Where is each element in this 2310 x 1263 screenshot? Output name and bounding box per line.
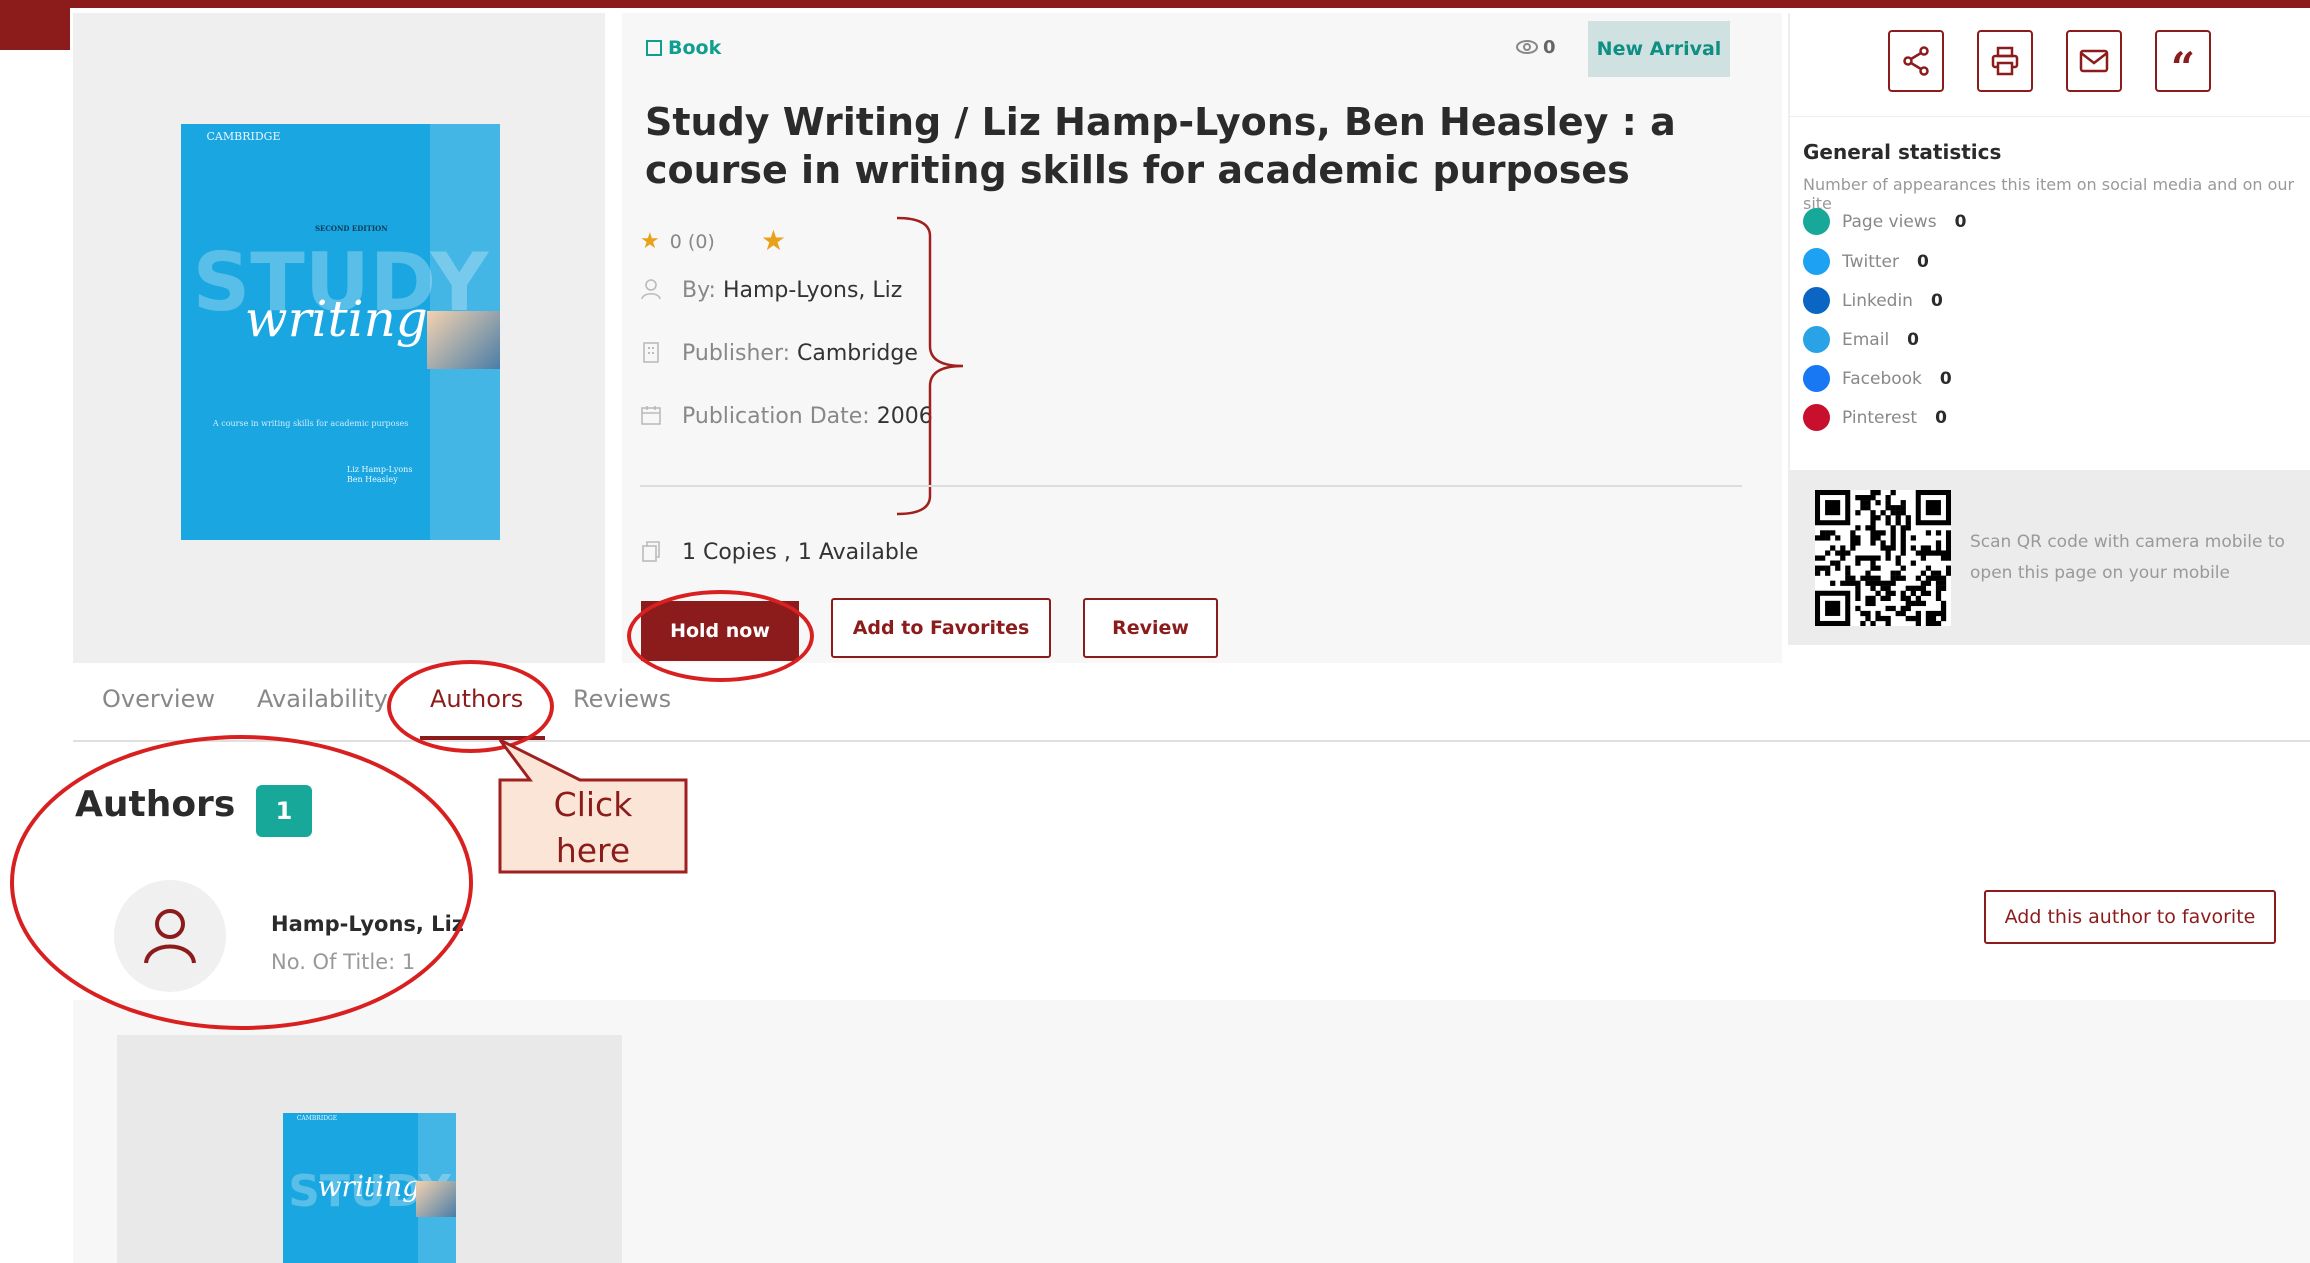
print-button[interactable] xyxy=(1977,30,2033,92)
stat-label: Linkedin xyxy=(1842,290,1913,311)
stat-value: 0 xyxy=(1939,368,1952,389)
rating: ★ 0 (0) ★ xyxy=(640,224,786,257)
author-row: By: Hamp-Lyons, Liz xyxy=(640,278,902,303)
mail-icon xyxy=(2079,49,2109,73)
tab-availability[interactable]: Availability xyxy=(257,685,388,713)
stat-value: 0 xyxy=(1954,211,1967,232)
top-brand-bar xyxy=(0,0,2310,8)
stat-value: 0 xyxy=(1930,290,1943,311)
stat-value: 0 xyxy=(1916,251,1929,272)
cite-button[interactable]: “ xyxy=(2155,30,2211,92)
book-cover[interactable]: CAMBRIDGE SECOND EDITION STUDY writing A… xyxy=(181,124,500,540)
cover-word-writing: writing xyxy=(244,290,428,349)
annotation-circle-author xyxy=(10,735,473,1030)
share-button[interactable] xyxy=(1888,30,1944,92)
book-icon xyxy=(646,40,662,56)
stat-row-pinterest: Pinterest 0 xyxy=(1803,404,1947,431)
stat-value: 0 xyxy=(1935,407,1947,428)
stat-dot-icon xyxy=(1803,248,1830,275)
stat-dot-icon xyxy=(1803,326,1830,353)
stat-row-linkedin: Linkedin 0 xyxy=(1803,287,1943,314)
stat-row-page-views: Page views 0 xyxy=(1803,208,1966,235)
stat-dot-icon xyxy=(1803,208,1830,235)
stat-label: Facebook xyxy=(1842,368,1922,389)
stat-label: Page views xyxy=(1842,211,1937,232)
cover-edition: SECOND EDITION xyxy=(314,223,388,233)
email-button[interactable] xyxy=(2066,30,2122,92)
rate-star-icon[interactable]: ★ xyxy=(761,224,786,257)
stat-row-facebook: Facebook 0 xyxy=(1803,365,1952,392)
review-button[interactable]: Review xyxy=(1083,598,1218,658)
person-icon xyxy=(641,279,661,300)
stat-dot-icon xyxy=(1803,287,1830,314)
stat-dot-icon xyxy=(1803,404,1830,431)
views-counter: 0 xyxy=(1515,37,1556,58)
eye-icon xyxy=(1516,40,1538,54)
stat-dot-icon xyxy=(1803,365,1830,392)
share-actions-box xyxy=(1788,13,2310,116)
annotation-brace xyxy=(896,216,964,516)
tab-overview[interactable]: Overview xyxy=(102,685,215,713)
cover-photo xyxy=(426,311,500,370)
copies-row: 1 Copies , 1 Available xyxy=(640,540,918,565)
stat-label: Email xyxy=(1842,329,1890,350)
cover-publisher: CAMBRIDGE xyxy=(206,130,281,144)
calendar-icon xyxy=(641,406,661,425)
cover-authors: Liz Hamp-Lyons Ben Heasley xyxy=(346,465,413,484)
qr-code xyxy=(1815,490,1951,626)
quote-icon: “ xyxy=(2170,43,2196,92)
stats-title: General statistics xyxy=(1803,140,2002,164)
callout-text: Click here xyxy=(553,785,633,870)
stat-row-twitter: Twitter 0 xyxy=(1803,248,1929,275)
publication-date-row: Publication Date: 2006 xyxy=(640,404,933,429)
copies-icon xyxy=(642,541,660,562)
stat-row-email: Email 0 xyxy=(1803,326,1919,353)
building-icon xyxy=(643,342,659,363)
cover-image-panel: CAMBRIDGE SECOND EDITION STUDY writing A… xyxy=(73,13,605,663)
add-author-favorite-button[interactable]: Add this author to favorite xyxy=(1984,890,2276,944)
annotation-circle-hold xyxy=(627,590,814,682)
brand-corner xyxy=(0,0,70,50)
qr-instructions: Scan QR code with camera mobile to open … xyxy=(1970,532,2285,583)
tabs-divider xyxy=(73,740,2310,742)
related-item-thumbnail[interactable]: CAMBRIDGE STUDY writing xyxy=(117,1035,622,1263)
star-icon: ★ xyxy=(640,229,660,254)
share-icon xyxy=(1903,46,1929,76)
stat-label: Pinterest xyxy=(1842,407,1918,428)
details-divider xyxy=(640,485,1742,487)
new-arrival-badge: New Arrival xyxy=(1588,21,1730,77)
item-type: Book xyxy=(646,37,721,59)
item-title: Study Writing / Liz Hamp-Lyons, Ben Heas… xyxy=(645,100,1676,192)
printer-icon xyxy=(1991,46,2019,76)
stat-value: 0 xyxy=(1907,329,1920,350)
add-to-favorites-button[interactable]: Add to Favorites xyxy=(831,598,1051,658)
publisher-row: Publisher: Cambridge xyxy=(640,341,918,366)
stat-label: Twitter xyxy=(1842,251,1899,272)
tab-reviews[interactable]: Reviews xyxy=(573,685,671,713)
cover-subtitle: A course in writing skills for academic … xyxy=(212,419,409,429)
related-book-cover: CAMBRIDGE STUDY writing xyxy=(283,1113,456,1263)
author-link[interactable]: Hamp-Lyons, Liz xyxy=(723,278,902,303)
